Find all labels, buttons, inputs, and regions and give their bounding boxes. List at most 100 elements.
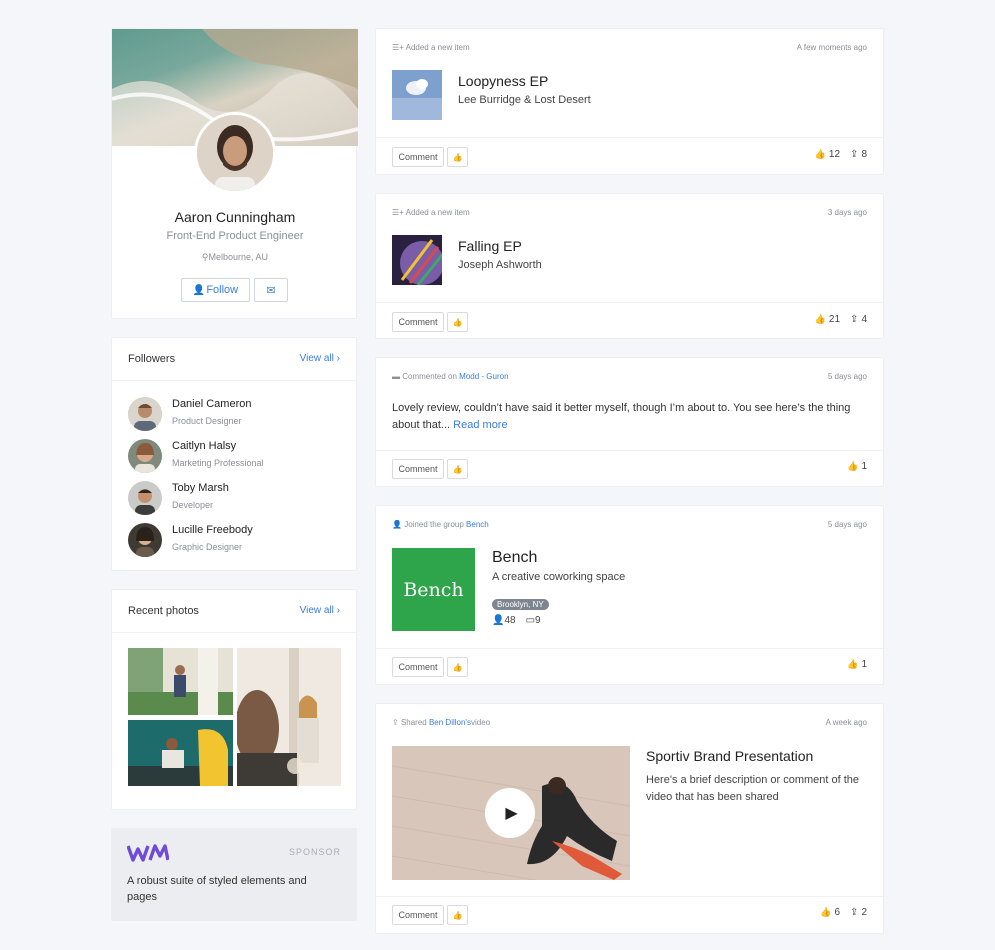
follower-item[interactable]: Lucille Freebody Graphic Designer bbox=[128, 522, 348, 558]
thumbs-up-icon: 👍 bbox=[847, 461, 859, 471]
follower-item[interactable]: Toby Marsh Developer bbox=[128, 480, 348, 516]
photo-thumbnail[interactable] bbox=[237, 648, 341, 786]
location-badge: Brooklyn, NY bbox=[492, 599, 549, 610]
photo-thumbnail[interactable] bbox=[128, 648, 233, 715]
divider bbox=[112, 632, 356, 633]
likes-count: 👍 12 bbox=[815, 149, 840, 160]
likes-value: 1 bbox=[861, 461, 867, 472]
post-stats: 👍 1 bbox=[847, 461, 867, 472]
likes-count: 👍 6 bbox=[820, 907, 840, 918]
item-title[interactable]: Loopyness EP bbox=[458, 73, 548, 89]
share-icon: ⇪ bbox=[850, 907, 859, 918]
likes-value: 12 bbox=[828, 149, 841, 160]
followers-view-all[interactable]: View all › bbox=[300, 353, 340, 364]
post-stats: 👍 1 bbox=[847, 659, 867, 670]
video-title[interactable]: Sportiv Brand Presentation bbox=[646, 748, 813, 764]
photo-thumbnail[interactable] bbox=[128, 720, 233, 786]
comment-body: Lovely review, couldn’t have said it bet… bbox=[392, 400, 862, 434]
thumbs-up-icon: 👍 bbox=[452, 662, 463, 672]
feed-post: ☰+ Added a new item A few moments ago Lo… bbox=[375, 28, 884, 175]
share-icon: ⇪ bbox=[850, 314, 859, 325]
post-time: 5 days ago bbox=[827, 520, 867, 529]
post-time: 3 days ago bbox=[827, 208, 867, 217]
feed-post: ⇪ Shared Ben Dillon'svideo A week ago ▶ … bbox=[375, 703, 884, 934]
calendar-icon: ▭ bbox=[525, 615, 536, 626]
divider bbox=[376, 896, 883, 897]
action-text: Added a new item bbox=[405, 208, 470, 217]
post-action: ☰+ Added a new item bbox=[392, 43, 470, 52]
like-button[interactable]: 👍 bbox=[447, 905, 468, 925]
divider bbox=[376, 302, 883, 303]
like-button[interactable]: 👍 bbox=[447, 312, 468, 332]
likes-count: 👍 1 bbox=[847, 659, 867, 670]
follow-button[interactable]: 👤 Follow bbox=[181, 278, 250, 302]
group-logo[interactable]: Bench bbox=[392, 548, 475, 631]
thumbs-up-icon: 👍 bbox=[452, 152, 463, 162]
read-more-link[interactable]: Read more bbox=[453, 419, 507, 431]
sponsor-logo bbox=[126, 844, 170, 867]
sponsor-card[interactable]: SPONSOR A robust suite of styled element… bbox=[111, 828, 357, 921]
list-add-icon: ☰+ bbox=[392, 43, 406, 52]
follower-name: Caitlyn Halsy bbox=[172, 440, 237, 452]
feed-post: ▬ Commented on Modd - Guron 5 days ago L… bbox=[375, 357, 884, 487]
photos-view-all[interactable]: View all › bbox=[300, 605, 340, 616]
divider bbox=[376, 450, 883, 451]
post-time: 5 days ago bbox=[827, 372, 867, 381]
comment-label: Comment bbox=[398, 317, 438, 327]
album-cover[interactable] bbox=[392, 70, 442, 120]
comment-button[interactable]: Comment bbox=[392, 905, 444, 925]
follower-avatar bbox=[128, 397, 162, 431]
follower-avatar bbox=[128, 439, 162, 473]
like-button[interactable]: 👍 bbox=[447, 657, 468, 677]
group-logo-text: Bench bbox=[403, 578, 464, 601]
item-subtitle: Lee Burridge & Lost Desert bbox=[458, 94, 591, 106]
action-link[interactable]: Bench bbox=[466, 520, 489, 529]
follower-item[interactable]: Caitlyn Halsy Marketing Professional bbox=[128, 438, 348, 474]
post-stats: 👍 6 ⇪ 2 bbox=[820, 907, 867, 918]
album-cover[interactable] bbox=[392, 235, 442, 285]
thumbs-up-icon: 👍 bbox=[452, 910, 463, 920]
comment-button[interactable]: Comment bbox=[392, 147, 444, 167]
play-button[interactable]: ▶ bbox=[485, 788, 535, 838]
profile-avatar[interactable] bbox=[194, 112, 276, 194]
comment-label: Comment bbox=[398, 152, 438, 162]
comment-label: Comment bbox=[398, 662, 438, 672]
video-thumbnail[interactable]: ▶ bbox=[392, 746, 630, 880]
members-value: 48 bbox=[504, 615, 516, 626]
list-add-icon: ☰+ bbox=[392, 208, 406, 217]
post-time: A few moments ago bbox=[796, 43, 867, 52]
comment-button[interactable]: Comment bbox=[392, 657, 444, 677]
comment-button[interactable]: Comment bbox=[392, 459, 444, 479]
share-icon: ⇪ bbox=[392, 718, 401, 727]
shares-count: ⇪ 2 bbox=[850, 907, 867, 918]
follower-avatar bbox=[128, 523, 162, 557]
post-action: ☰+ Added a new item bbox=[392, 208, 470, 217]
recent-photos-card: Recent photos View all › bbox=[111, 589, 357, 810]
message-button[interactable]: ✉ bbox=[254, 278, 288, 302]
follower-item[interactable]: Daniel Cameron Product Designer bbox=[128, 396, 348, 432]
thumbs-up-icon: 👍 bbox=[452, 464, 463, 474]
action-text: Shared bbox=[400, 718, 427, 727]
item-subtitle: Joseph Ashworth bbox=[458, 259, 542, 271]
post-stats: 👍 21 ⇪ 4 bbox=[815, 314, 867, 325]
play-icon: ▶ bbox=[505, 805, 518, 822]
follower-role: Marketing Professional bbox=[172, 458, 264, 468]
action-link[interactable]: Ben Dillon's bbox=[429, 718, 471, 727]
group-title[interactable]: Bench bbox=[492, 549, 537, 567]
sponsor-text: A robust suite of styled elements and pa… bbox=[127, 875, 307, 903]
like-button[interactable]: 👍 bbox=[447, 147, 468, 167]
item-title[interactable]: Falling EP bbox=[458, 238, 522, 254]
comment-button[interactable]: Comment bbox=[392, 312, 444, 332]
like-button[interactable]: 👍 bbox=[447, 459, 468, 479]
profile-location: ⚲Melbourne, AU bbox=[112, 252, 358, 263]
events-value: 9 bbox=[535, 615, 541, 626]
action-link[interactable]: Modd - Guron bbox=[459, 372, 508, 381]
events-count: ▭9 bbox=[526, 615, 541, 626]
shares-value: 2 bbox=[861, 907, 867, 918]
thumbs-up-icon: 👍 bbox=[814, 149, 826, 159]
shares-value: 4 bbox=[861, 314, 867, 325]
group-stats: 👤48 ▭9 bbox=[492, 615, 541, 626]
video-description: Here's a brief description or comment of… bbox=[646, 774, 860, 803]
action-suffix: video bbox=[470, 718, 491, 727]
add-user-icon: 👤 bbox=[192, 284, 206, 296]
